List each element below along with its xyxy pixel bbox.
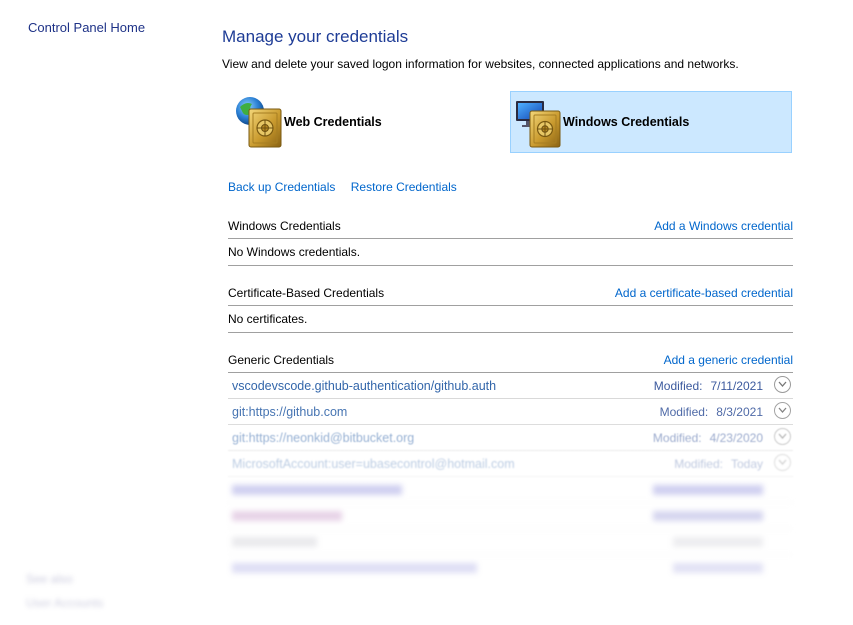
- credential-modified-redacted: [673, 563, 763, 573]
- credential-row[interactable]: git:https://github.com Modified: 8/3/2021: [228, 399, 793, 425]
- chevron-down-icon[interactable]: [774, 454, 791, 471]
- credential-name-redacted: [232, 537, 317, 547]
- add-generic-credential-link[interactable]: Add a generic credential: [664, 353, 793, 367]
- credential-row[interactable]: [228, 555, 793, 580]
- modified-label: Modified:: [659, 404, 709, 419]
- modified-date: Today: [730, 456, 763, 471]
- credential-name-redacted: [232, 563, 477, 573]
- modified-date: 4/23/2020: [709, 430, 763, 445]
- credential-modified: Modified: 4/23/2020: [653, 431, 763, 445]
- globe-safe-icon: [234, 95, 284, 149]
- section-heading: Windows Credentials: [228, 219, 341, 233]
- credential-modified-redacted: [653, 485, 763, 495]
- credential-modified-redacted: [653, 511, 763, 521]
- generic-credentials-section: Generic Credentials Add a generic creden…: [228, 349, 793, 580]
- credential-row[interactable]: [228, 529, 793, 555]
- credential-modified: Modified: Today: [674, 457, 763, 471]
- section-heading: Generic Credentials: [228, 353, 335, 367]
- add-certificate-credential-link[interactable]: Add a certificate-based credential: [615, 286, 793, 300]
- page-description: View and delete your saved logon informa…: [222, 57, 739, 71]
- web-credentials-label: Web Credentials: [284, 115, 382, 129]
- sidebar: Control Panel Home See also User Account…: [0, 0, 200, 625]
- add-windows-credential-link[interactable]: Add a Windows credential: [654, 219, 793, 233]
- credential-name: git:https://github.com: [232, 404, 348, 419]
- generic-credentials-list: vscodevscode.github-authentication/githu…: [228, 373, 793, 580]
- credential-modified: Modified: 7/11/2021: [654, 379, 763, 393]
- chevron-down-icon[interactable]: [774, 428, 791, 445]
- section-header: Windows Credentials Add a Windows creden…: [228, 215, 793, 239]
- web-credentials-tile[interactable]: Web Credentials: [232, 91, 502, 153]
- modified-date: 8/3/2021: [716, 404, 763, 419]
- see-also-heading: See also: [26, 572, 73, 586]
- backup-restore-actions: Back up Credentials Restore Credentials: [228, 180, 469, 194]
- empty-message: No certificates.: [228, 306, 793, 333]
- section-header: Certificate-Based Credentials Add a cert…: [228, 282, 793, 306]
- credential-row[interactable]: MicrosoftAccount:user=ubasecontrol@hotma…: [228, 451, 793, 477]
- modified-label: Modified:: [652, 430, 702, 445]
- user-accounts-link[interactable]: User Accounts: [26, 596, 103, 610]
- credential-row[interactable]: [228, 503, 793, 529]
- credential-name-redacted: [232, 485, 402, 495]
- section-header: Generic Credentials Add a generic creden…: [228, 349, 793, 373]
- chevron-down-icon[interactable]: [774, 402, 791, 419]
- control-panel-home-link[interactable]: Control Panel Home: [28, 20, 145, 35]
- section-heading: Certificate-Based Credentials: [228, 286, 385, 300]
- credential-modified-redacted: [673, 537, 763, 547]
- windows-credentials-label: Windows Credentials: [563, 115, 690, 129]
- modified-date: 7/11/2021: [710, 378, 764, 393]
- chevron-down-icon[interactable]: [774, 376, 791, 393]
- credential-modified: Modified: 8/3/2021: [660, 405, 763, 419]
- backup-credentials-link[interactable]: Back up Credentials: [228, 180, 335, 194]
- credential-row[interactable]: [228, 477, 793, 503]
- credential-name: vscodevscode.github-authentication/githu…: [232, 378, 497, 393]
- credential-name: MicrosoftAccount:user=ubasecontrol@hotma…: [232, 456, 515, 471]
- credential-name: git:https://neonkid@bitbucket.org: [232, 430, 415, 445]
- credential-name-redacted: [232, 511, 342, 521]
- restore-credentials-link[interactable]: Restore Credentials: [351, 180, 457, 194]
- credential-row[interactable]: vscodevscode.github-authentication/githu…: [228, 373, 793, 399]
- monitor-safe-icon: [513, 95, 563, 149]
- modified-label: Modified:: [674, 456, 723, 471]
- windows-credentials-tile[interactable]: Windows Credentials: [510, 91, 792, 153]
- certificate-credentials-section: Certificate-Based Credentials Add a cert…: [228, 282, 793, 333]
- modified-label: Modified:: [653, 378, 703, 393]
- credential-row[interactable]: git:https://neonkid@bitbucket.org Modifi…: [228, 425, 793, 451]
- empty-message: No Windows credentials.: [228, 239, 793, 266]
- windows-credentials-section: Windows Credentials Add a Windows creden…: [228, 215, 793, 266]
- page-title: Manage your credentials: [222, 27, 409, 46]
